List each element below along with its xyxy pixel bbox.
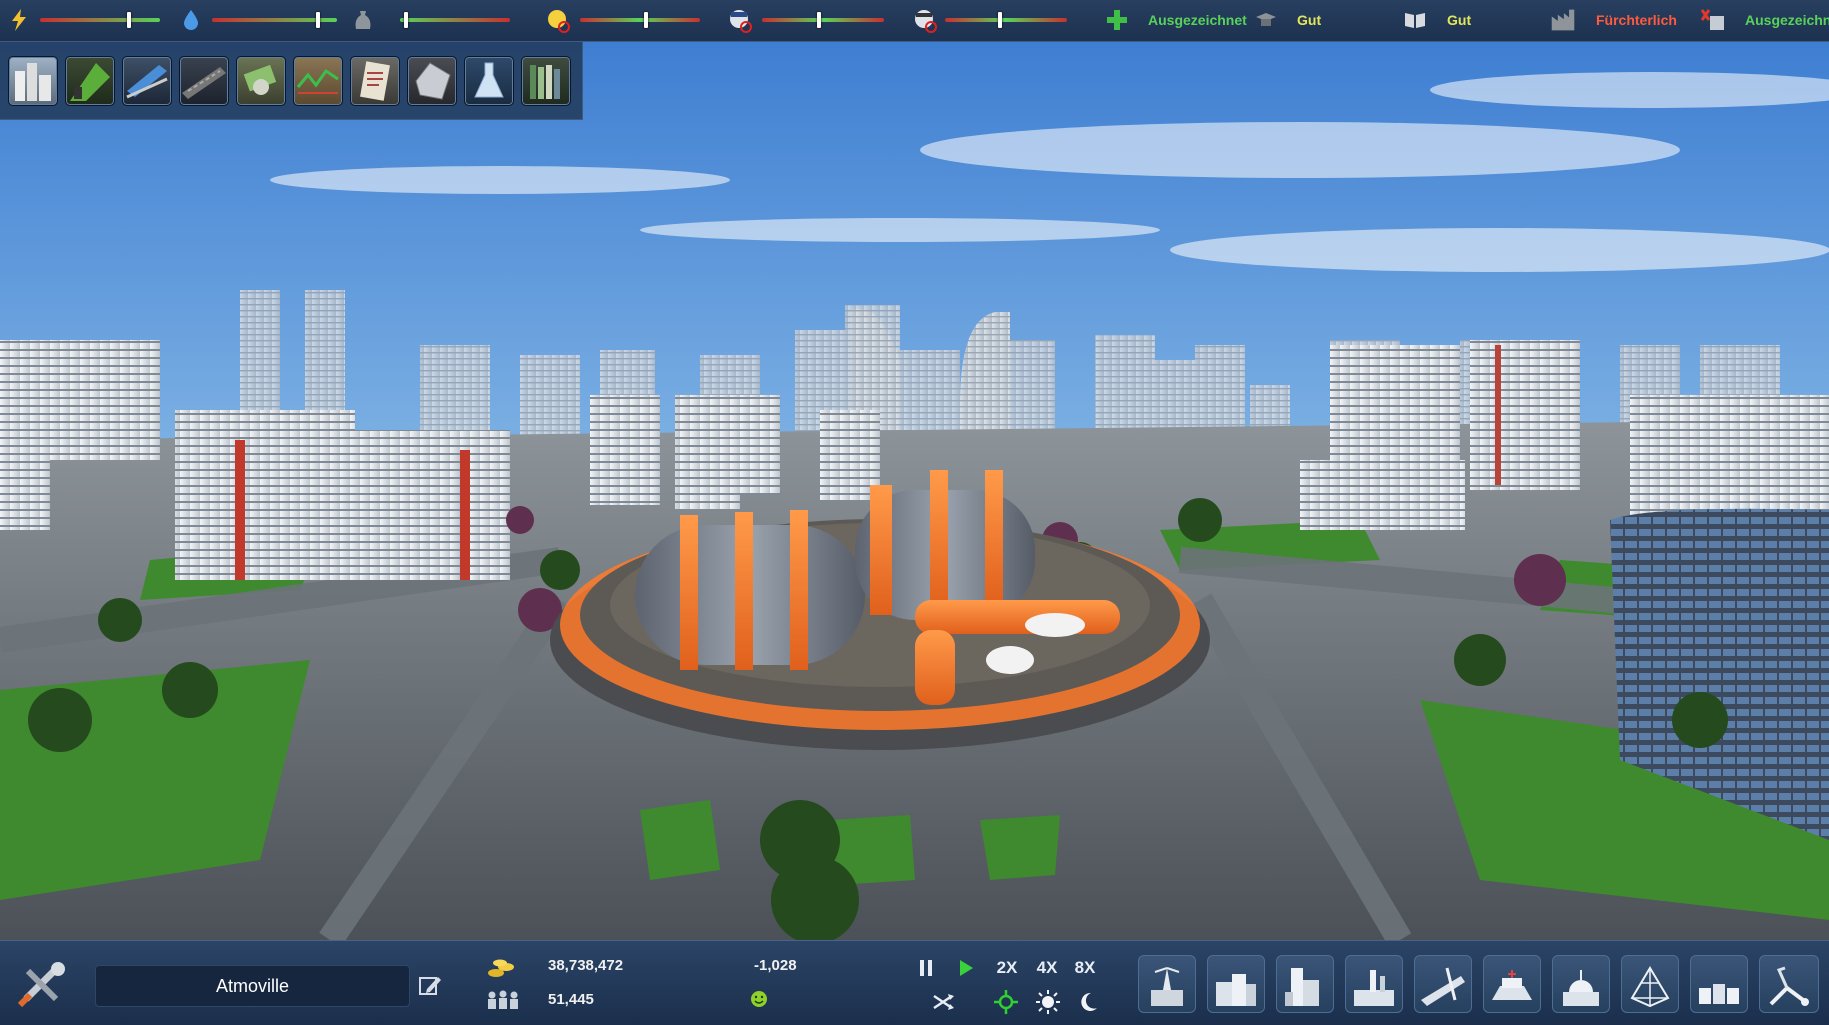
money-icon — [243, 64, 277, 95]
commercial-building-icon — [1285, 968, 1319, 1006]
category-roads-button[interactable] — [179, 56, 229, 106]
residential-icon — [15, 63, 51, 101]
waste-bag-icon[interactable] — [350, 7, 376, 33]
build-storage-button[interactable] — [1690, 955, 1748, 1013]
police-icon[interactable] — [727, 7, 753, 33]
health-rating-label: Ausgezeichnet — [1148, 12, 1247, 28]
demolish-crane-icon — [1769, 966, 1809, 1006]
police-level-knob[interactable] — [817, 12, 821, 28]
category-policies-button[interactable] — [350, 56, 400, 106]
medical-cross-icon[interactable] — [1104, 7, 1130, 33]
power-level-knob[interactable] — [127, 12, 131, 28]
day-button[interactable] — [1034, 989, 1062, 1015]
water-slider[interactable] — [212, 12, 337, 28]
build-industry-button[interactable] — [1345, 955, 1403, 1013]
health-level-knob[interactable] — [998, 12, 1002, 28]
population-value: 51,445 — [548, 991, 594, 1008]
build-residential-button[interactable] — [1207, 955, 1265, 1013]
police-slider[interactable] — [762, 12, 884, 28]
category-library-button[interactable] — [521, 56, 571, 106]
power-slider[interactable] — [40, 12, 160, 28]
top-status-bar: Ausgezeichnet Gut Gut Fürchterlich Ausge… — [0, 0, 1829, 42]
terrain-icon — [70, 63, 110, 101]
culture-rating-label: Gut — [1447, 12, 1472, 28]
night-button[interactable] — [1074, 989, 1102, 1015]
rotate-camera-button[interactable] — [992, 989, 1020, 1015]
industry-icon — [1354, 970, 1394, 1006]
category-research-button[interactable] — [464, 56, 514, 106]
waste-slider[interactable] — [400, 12, 510, 28]
city-name: Atmoville — [215, 975, 290, 996]
health-slider[interactable] — [945, 12, 1067, 28]
bottom-control-bar: Atmoville 38,738,472 51,445 -1,028 2X 4X… — [0, 940, 1829, 1025]
speed-4x-button[interactable]: 4X — [1030, 955, 1064, 981]
build-commercial-button[interactable] — [1276, 955, 1334, 1013]
money-value: 38,738,472 — [548, 957, 624, 974]
graduation-icon[interactable] — [1253, 7, 1279, 33]
category-transport-button[interactable] — [122, 56, 172, 106]
build-special-button[interactable] — [1621, 955, 1679, 1013]
chart-icon — [296, 68, 339, 94]
government-dome-icon — [1563, 970, 1599, 1006]
power-plant-icon — [1151, 967, 1183, 1006]
category-resources-button[interactable] — [407, 56, 457, 106]
lightning-icon[interactable] — [6, 7, 32, 33]
recycling-icon[interactable] — [1700, 7, 1726, 33]
rotate-sun-icon — [994, 990, 1018, 1014]
storage-icon — [1699, 984, 1739, 1004]
transport-icon — [126, 65, 168, 99]
crystal-icon — [415, 62, 451, 100]
pause-icon — [920, 960, 932, 976]
build-power-button[interactable] — [1138, 955, 1196, 1013]
category-residential-button[interactable] — [8, 56, 58, 106]
residential-building-icon — [1216, 974, 1256, 1006]
water-drop-icon[interactable] — [178, 7, 204, 33]
roads-icon — [182, 67, 226, 99]
doctor-icon[interactable] — [912, 7, 938, 33]
firefighter-icon[interactable] — [545, 7, 571, 33]
fire-level-knob[interactable] — [644, 12, 648, 28]
water-level-knob[interactable] — [316, 12, 320, 28]
build-government-button[interactable] — [1552, 955, 1610, 1013]
flask-icon — [474, 62, 504, 98]
category-statistics-button[interactable] — [293, 56, 343, 106]
gold-coins-icon — [486, 957, 516, 979]
category-finance-button[interactable] — [236, 56, 286, 106]
category-terrain-button[interactable] — [65, 56, 115, 106]
income-value: -1,028 — [754, 957, 797, 974]
tools-icon[interactable] — [16, 959, 72, 1009]
recycling-rating-label: Ausgezeichnet — [1745, 12, 1829, 28]
road-icon — [1421, 967, 1465, 1006]
build-services-button[interactable] — [1483, 955, 1541, 1013]
edit-pencil-icon[interactable] — [418, 974, 442, 998]
play-icon — [960, 960, 973, 976]
build-demolish-button[interactable] — [1759, 955, 1819, 1013]
waste-level-knob[interactable] — [404, 12, 408, 28]
speed-2x-button[interactable]: 2X — [990, 955, 1024, 981]
education-rating-label: Gut — [1297, 12, 1322, 28]
dome-structure-icon — [1630, 966, 1670, 1008]
books-icon — [530, 65, 560, 99]
shuffle-icon — [933, 994, 954, 1010]
services-icon — [1492, 970, 1532, 1000]
document-icon — [360, 61, 390, 101]
shuffle-button[interactable] — [930, 989, 958, 1015]
city-3d-view[interactable] — [0, 0, 1829, 1025]
fire-slider[interactable] — [580, 12, 700, 28]
city-name-field[interactable]: Atmoville — [95, 965, 410, 1007]
moon-icon — [1081, 992, 1097, 1011]
build-roads-button[interactable] — [1414, 955, 1472, 1013]
happy-face-icon — [750, 990, 768, 1008]
pause-button[interactable] — [914, 955, 938, 981]
category-toolbar — [0, 42, 583, 120]
pollution-rating-label: Fürchterlich — [1596, 12, 1677, 28]
book-icon[interactable] — [1402, 7, 1428, 33]
sun-icon — [1036, 990, 1060, 1014]
play-button[interactable] — [954, 955, 978, 981]
factory-icon[interactable] — [1550, 7, 1576, 33]
population-icon — [486, 989, 520, 1011]
speed-8x-button[interactable]: 8X — [1068, 955, 1102, 981]
